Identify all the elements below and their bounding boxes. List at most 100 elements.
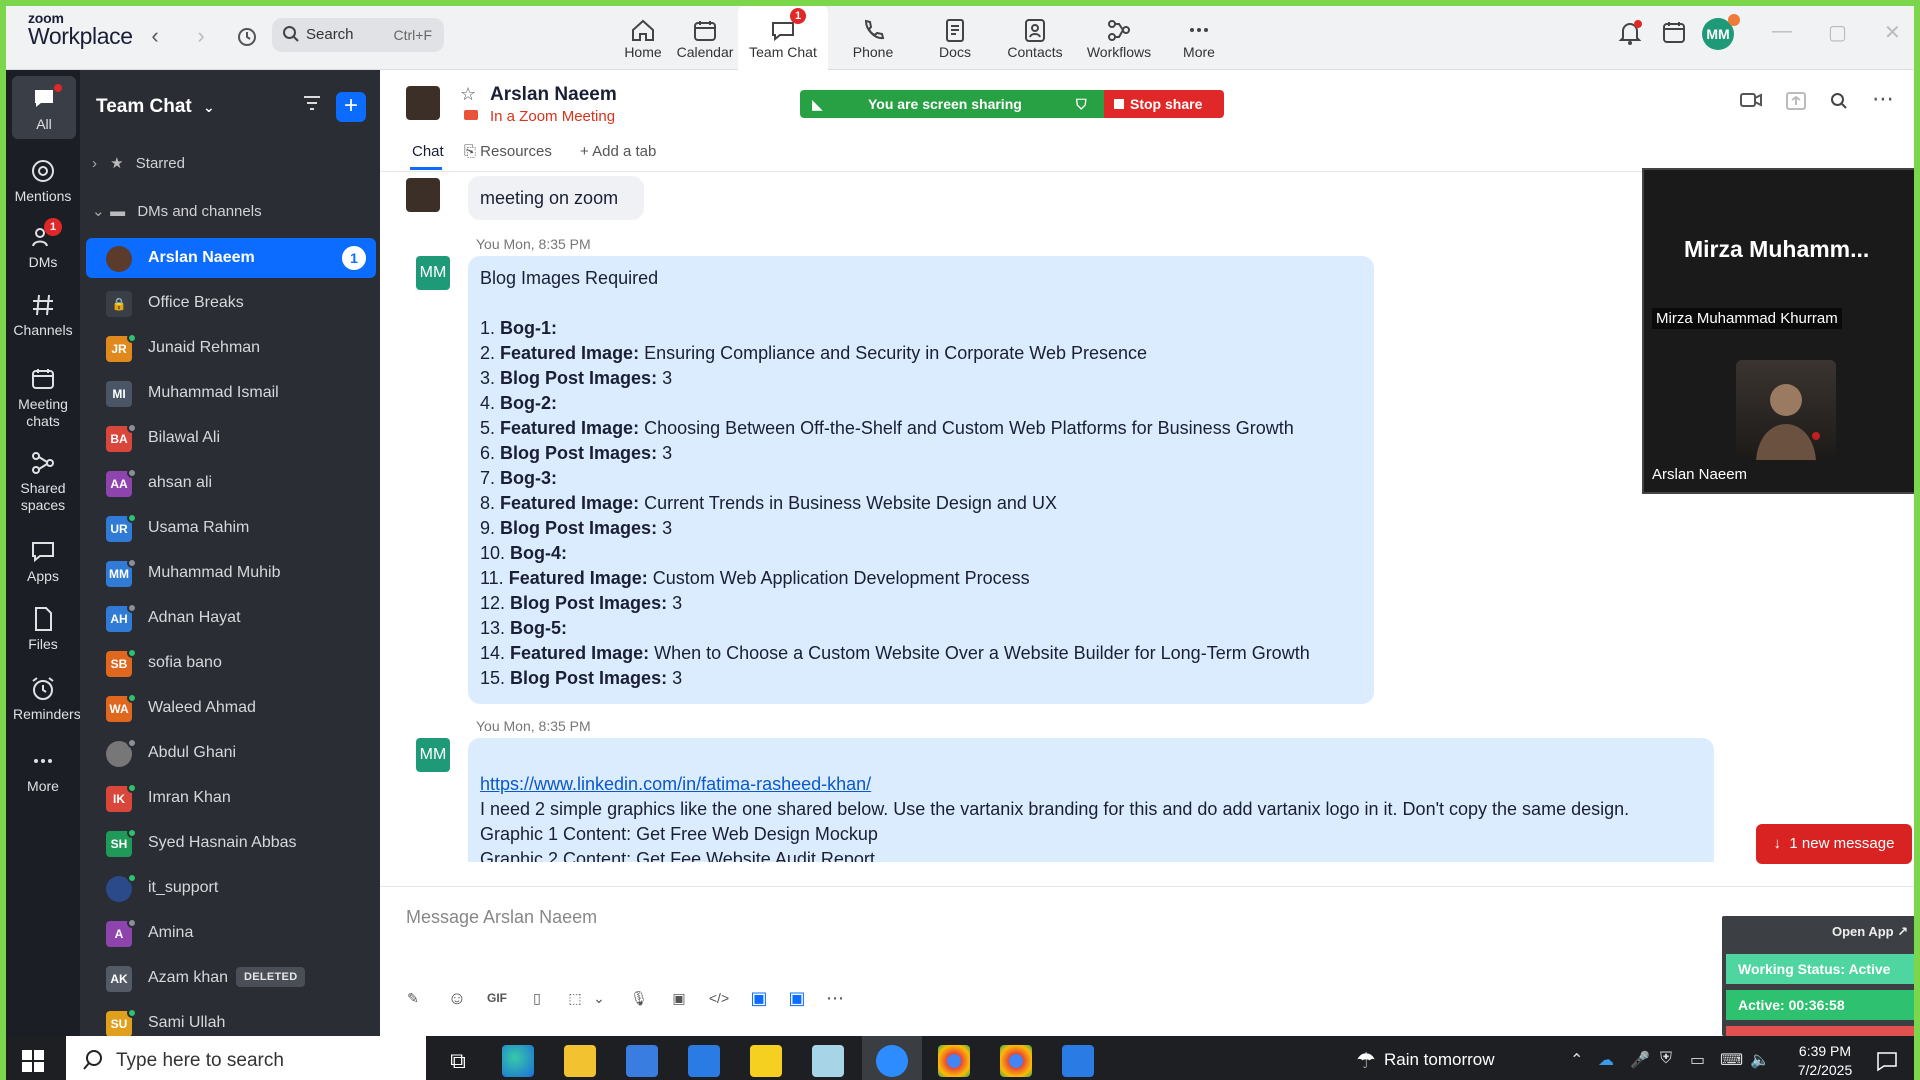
sticky-notes-icon[interactable] [750,1045,782,1077]
contact-item[interactable]: Arslan Naeem 1 [86,238,376,278]
calendar-shortcut-icon[interactable] [1662,20,1686,49]
rail-dms[interactable]: DMs 1 [6,214,80,277]
chevron-down-icon[interactable]: ⌄ [586,985,612,1011]
rail-mentions[interactable]: Mentions [6,148,80,211]
meeting-video-panel[interactable]: Mirza Muhamm... Mirza Muhammad Khurram A… [1642,168,1914,494]
video-message-icon[interactable]: ▣ [666,985,692,1011]
file-explorer-icon[interactable] [564,1045,596,1077]
mail-icon[interactable] [688,1045,720,1077]
rail-shared-spaces[interactable]: Shared spaces [6,440,80,520]
emoji-icon[interactable]: ☺ [444,985,470,1011]
contact-item[interactable]: IK Imran Khan [86,778,376,818]
team-chat-title[interactable]: Team Chat ⌄ [96,96,215,118]
history-icon[interactable] [232,22,262,52]
video-call-icon[interactable] [1740,92,1762,113]
stop-share-button[interactable]: Stop share [1104,90,1224,118]
add-tab-button[interactable]: + Add a tab [580,143,656,160]
contact-item[interactable]: WA Waleed Ahmad [86,688,376,728]
new-message-button[interactable]: ↓ 1 new message [1756,824,1912,864]
topnav-contacts[interactable]: Contacts [990,6,1080,70]
star-icon[interactable]: ☆ [460,84,476,105]
contact-item[interactable]: BA Bilawal Ali [86,418,376,458]
contact-item[interactable]: 🔒 Office Breaks [86,283,376,323]
contact-item[interactable]: JR Junaid Rehman [86,328,376,368]
network-icon[interactable]: ⌨ [1720,1050,1743,1070]
rail-more[interactable]: More [6,738,80,801]
contact-item[interactable]: AA ahsan ali [86,463,376,503]
contact-item[interactable]: UR Usama Rahim [86,508,376,548]
filter-icon[interactable] [302,94,322,118]
gif-icon[interactable]: GIF [484,985,510,1011]
topnav-docs[interactable]: Docs [910,6,1000,70]
windows-start-icon[interactable] [22,1050,44,1072]
app-icon-1[interactable]: ▣ [746,985,772,1011]
battery-icon[interactable]: ▭ [1690,1050,1705,1070]
message-bubble-blog-images[interactable]: Blog Images Required 1. Bog-1: 2. Feature… [468,256,1374,704]
starred-section[interactable]: › ★ Starred [92,154,185,172]
contact-item[interactable]: MI Muhammad Ismail [86,373,376,413]
contact-item[interactable]: it_support [86,868,376,908]
rail-files[interactable]: Files [6,596,80,659]
topnav-phone[interactable]: Phone [828,6,918,70]
security-icon[interactable]: ⛨ [1660,1050,1672,1068]
topnav-calendar[interactable]: Calendar [660,6,750,70]
notification-center-icon[interactable] [1876,1050,1898,1077]
maximize-icon[interactable]: ▢ [1828,20,1847,45]
contact-item[interactable]: Abdul Ghani [86,733,376,773]
rail-reminders[interactable]: Reminders [6,666,81,729]
taskbar-search[interactable]: Type here to search [66,1036,426,1080]
screenshot-icon[interactable]: ⬚ [562,985,588,1011]
app-icon[interactable] [812,1045,844,1077]
message-bubble[interactable]: meeting on zoom [468,176,644,220]
rail-channels[interactable]: Channels [6,282,80,345]
chevron-up-icon[interactable]: ⌃ [1570,1050,1583,1070]
search-button[interactable]: Search Ctrl+F [272,18,444,52]
close-icon[interactable]: ✕ [1884,20,1901,45]
contact-item[interactable]: AK Azam khan DELETED [86,958,376,998]
contact-avatar[interactable] [406,86,440,120]
topnav-workflows[interactable]: Workflows [1074,6,1164,70]
file-icon[interactable]: ▯ [524,985,550,1011]
tab-chat[interactable]: Chat [412,143,444,160]
back-icon[interactable]: ‹ [140,22,170,52]
task-view-icon[interactable]: ⧉ [442,1045,474,1077]
contact-item[interactable]: SU Sami Ullah [86,1003,376,1036]
rail-apps[interactable]: Apps [6,528,80,591]
search-icon[interactable] [1830,92,1848,115]
message-bubble-graphics[interactable]: https://www.linkedin.com/in/fatima-rashe… [468,738,1714,862]
topnav-team-chat[interactable]: Team Chat 1 [738,6,828,70]
photos-icon[interactable] [1062,1045,1094,1077]
more-options-icon[interactable]: ⋯ [1872,86,1894,112]
tab-resources[interactable]: ⎘ Resources [464,143,552,160]
zoom-icon[interactable] [876,1045,908,1077]
rail-meeting-chats[interactable]: Meeting chats [6,356,80,436]
clock[interactable]: 6:39 PM 7/2/2025 [1792,1042,1858,1080]
rail-all[interactable]: All [12,76,76,139]
working-status[interactable]: Working Status: Active [1726,954,1914,984]
minimize-icon[interactable]: — [1772,20,1792,43]
weather-text[interactable]: Rain tomorrow [1384,1050,1495,1070]
share-screen-icon[interactable] [1786,92,1806,115]
chrome-icon[interactable] [938,1045,970,1077]
contact-item[interactable]: SH Syed Hasnain Abbas [86,823,376,863]
contact-item[interactable]: AH Adnan Hayat [86,598,376,638]
contact-item[interactable]: A Amina [86,913,376,953]
microphone-icon[interactable]: 🎙 [626,985,652,1011]
message-input[interactable]: Message Arslan Naeem [406,907,597,928]
topnav-more[interactable]: More [1154,6,1244,70]
onedrive-icon[interactable]: ☁ [1598,1050,1614,1070]
open-app-button[interactable]: Open App ↗ [1832,924,1908,940]
contact-item[interactable]: MM Muhammad Muhib [86,553,376,593]
contact-name[interactable]: Arslan Naeem [490,84,617,106]
linkedin-link[interactable]: https://www.linkedin.com/in/fatima-rashe… [480,774,871,795]
chrome-icon[interactable] [1000,1045,1032,1077]
microphone-icon[interactable]: 🎤 [1630,1050,1650,1070]
volume-icon[interactable]: 🔈 [1750,1050,1770,1070]
zoom-logo[interactable]: zoom Workplace [28,11,133,48]
code-icon[interactable]: </> [706,985,732,1011]
forward-icon[interactable]: › [186,22,216,52]
dms-section[interactable]: ⌄ ▬ DMs and channels [92,202,262,220]
format-icon[interactable]: ✎ [400,985,426,1011]
more-icon[interactable]: ⋯ [822,985,848,1011]
store-icon[interactable] [626,1045,658,1077]
